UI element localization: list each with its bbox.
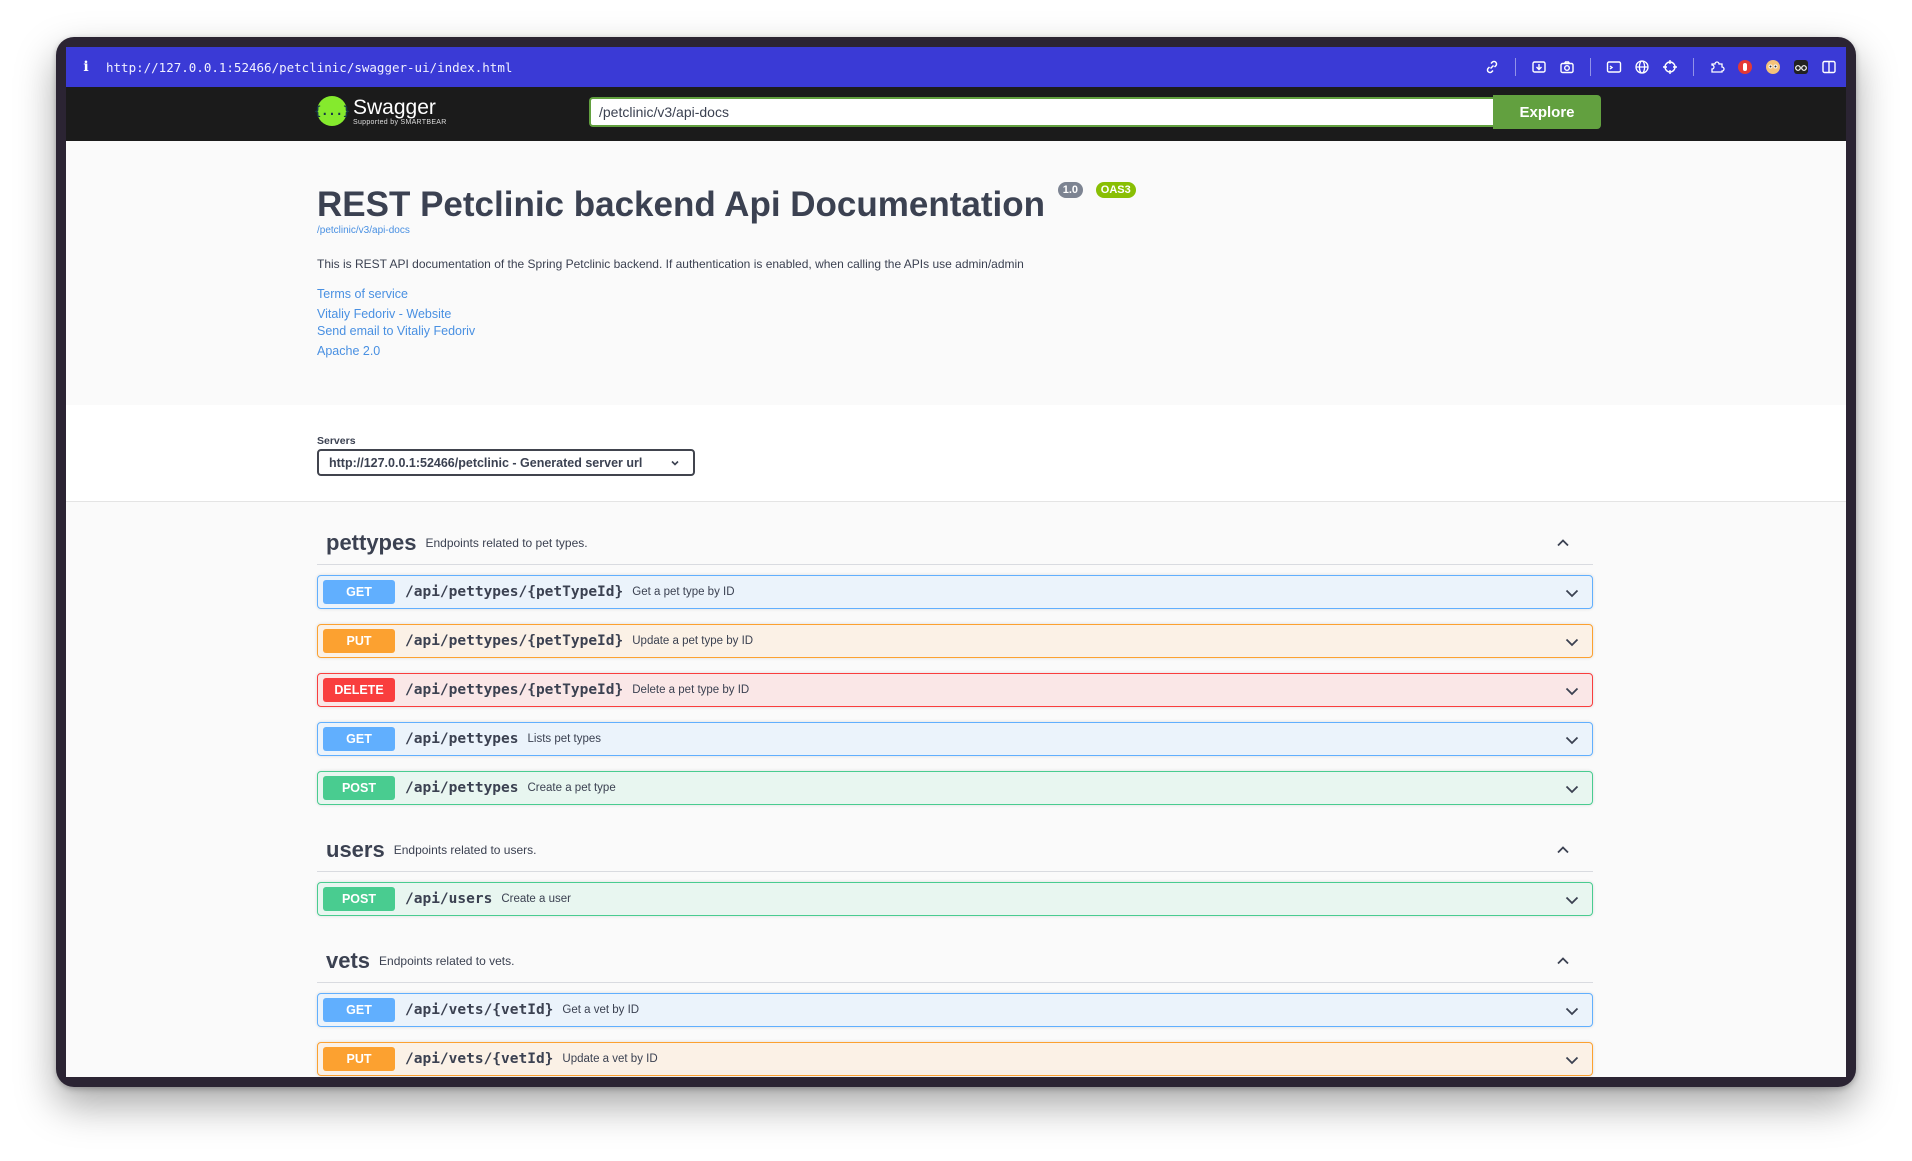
oas-badge: OAS3 <box>1095 182 1136 198</box>
api-info-section: REST Petclinic backend Api Documentation… <box>66 141 1846 405</box>
chevron-down-icon[interactable] <box>1564 732 1580 748</box>
chevron-down-icon[interactable] <box>1564 892 1580 908</box>
contact-email-link[interactable]: Send email to Vitaliy Fedoriv <box>317 324 475 338</box>
chevron-down-icon[interactable] <box>1564 683 1580 699</box>
toolbar-separator <box>1693 58 1694 76</box>
chevron-down-icon[interactable] <box>1564 1052 1580 1068</box>
op-summary: Delete a pet type by ID <box>632 684 750 696</box>
spec-url-form: Explore <box>589 95 1601 129</box>
license-link[interactable]: Apache 2.0 <box>317 344 380 358</box>
api-title-text: REST Petclinic backend Api Documentation <box>317 185 1045 224</box>
method-badge: POST <box>323 776 395 800</box>
terminal-icon[interactable] <box>1605 58 1623 76</box>
tag-name: pettypes <box>326 530 417 555</box>
method-badge: PUT <box>323 1047 395 1071</box>
hand-icon[interactable] <box>1736 58 1754 76</box>
browser-viewport: i http://127.0.0.1:52466/petclinic/swagg… <box>66 47 1846 1077</box>
op-summary: Get a pet type by ID <box>632 586 735 598</box>
chevron-down-icon[interactable] <box>1564 634 1580 650</box>
tag-header-users[interactable]: users Endpoints related to users. <box>317 829 1593 872</box>
spec-url-link[interactable]: /petclinic/v3/api-docs <box>317 225 410 236</box>
browser-toolbar <box>1483 47 1838 87</box>
link-icon[interactable] <box>1483 58 1501 76</box>
tag-description: Endpoints related to vets. <box>379 954 515 968</box>
servers-label: Servers <box>317 435 356 447</box>
api-title: REST Petclinic backend Api Documentation… <box>317 182 1136 225</box>
op-path: /api/pettypes <box>405 780 519 796</box>
sidebar-icon[interactable] <box>1820 58 1838 76</box>
operations-area: pettypes Endpoints related to pet types.… <box>66 502 1846 1077</box>
swagger-logo-text: Swagger Supported by SMARTBEAR <box>353 95 447 126</box>
method-badge: PUT <box>323 629 395 653</box>
tag-description: Endpoints related to users. <box>393 843 537 857</box>
method-badge: GET <box>323 998 395 1022</box>
logo-subtitle: Supported by SMARTBEAR <box>353 118 447 126</box>
method-badge: POST <box>323 887 395 911</box>
opblock-get-vet[interactable]: GET /api/vets/{vetId} Get a vet by ID <box>317 993 1593 1027</box>
op-path: /api/users <box>405 891 493 907</box>
op-summary: Lists pet types <box>527 733 602 745</box>
contact-website-link[interactable]: Vitaliy Fedoriv - Website <box>317 307 451 321</box>
op-summary: Get a vet by ID <box>562 1004 640 1016</box>
chevron-down-icon[interactable] <box>1564 1003 1580 1019</box>
glasses-icon[interactable] <box>1792 58 1810 76</box>
chevron-up-icon[interactable] <box>1555 842 1571 858</box>
logo-name: Swagger <box>353 95 436 119</box>
op-summary: Create a user <box>501 893 571 905</box>
version-badge: 1.0 <box>1057 182 1084 198</box>
owl-icon[interactable] <box>1764 58 1782 76</box>
browser-url-bar: i http://127.0.0.1:52466/petclinic/swagg… <box>66 47 1846 87</box>
servers-section: Servers http://127.0.0.1:52466/petclinic… <box>66 405 1846 502</box>
api-description: This is REST API documentation of the Sp… <box>317 257 1024 271</box>
op-summary: Create a pet type <box>527 782 616 794</box>
opblock-get-pettype[interactable]: GET /api/pettypes/{petTypeId} Get a pet … <box>317 575 1593 609</box>
swagger-logo-icon: {...} <box>314 96 350 126</box>
crosshair-icon[interactable] <box>1661 58 1679 76</box>
opblock-create-user[interactable]: POST /api/users Create a user <box>317 882 1593 916</box>
op-summary: Update a pet type by ID <box>632 635 754 647</box>
explore-button[interactable]: Explore <box>1493 95 1601 129</box>
op-path: /api/pettypes/{petTypeId} <box>405 682 624 698</box>
swagger-topbar: {...} Swagger Supported by SMARTBEAR Exp… <box>66 87 1846 141</box>
globe-icon[interactable] <box>1633 58 1651 76</box>
op-path: /api/vets/{vetId} <box>405 1002 554 1018</box>
method-badge: DELETE <box>323 678 395 702</box>
chevron-down-icon[interactable] <box>1564 585 1580 601</box>
opblock-create-pettype[interactable]: POST /api/pettypes Create a pet type <box>317 771 1593 805</box>
chevron-down-icon[interactable] <box>1564 781 1580 797</box>
site-info-icon[interactable]: i <box>66 59 106 75</box>
spec-url-input[interactable] <box>589 97 1493 127</box>
terms-of-service-link[interactable]: Terms of service <box>317 287 408 301</box>
address-text[interactable]: http://127.0.0.1:52466/petclinic/swagger… <box>106 60 512 75</box>
toolbar-separator <box>1590 58 1591 76</box>
opblock-list-pettypes[interactable]: GET /api/pettypes Lists pet types <box>317 722 1593 756</box>
tag-header-pettypes[interactable]: pettypes Endpoints related to pet types. <box>317 522 1593 565</box>
chevron-up-icon[interactable] <box>1555 535 1571 551</box>
op-path: /api/pettypes/{petTypeId} <box>405 584 624 600</box>
download-box-icon[interactable] <box>1530 58 1548 76</box>
chevron-down-icon <box>671 460 679 466</box>
servers-select[interactable]: http://127.0.0.1:52466/petclinic - Gener… <box>317 449 695 476</box>
toolbar-separator <box>1515 58 1516 76</box>
tag-header-vets[interactable]: vets Endpoints related to vets. <box>317 940 1593 983</box>
swagger-logo[interactable]: {...} Swagger Supported by SMARTBEAR <box>314 95 447 126</box>
method-badge: GET <box>323 727 395 751</box>
opblock-delete-pettype[interactable]: DELETE /api/pettypes/{petTypeId} Delete … <box>317 673 1593 707</box>
op-path: /api/pettypes <box>405 731 519 747</box>
method-badge: GET <box>323 580 395 604</box>
tag-name: users <box>326 837 385 862</box>
extension-icon[interactable] <box>1708 58 1726 76</box>
servers-selected-value: http://127.0.0.1:52466/petclinic - Gener… <box>329 455 643 470</box>
opblock-put-pettype[interactable]: PUT /api/pettypes/{petTypeId} Update a p… <box>317 624 1593 658</box>
camera-icon[interactable] <box>1558 58 1576 76</box>
tag-description: Endpoints related to pet types. <box>425 536 588 550</box>
chevron-up-icon[interactable] <box>1555 953 1571 969</box>
tag-name: vets <box>326 948 371 973</box>
browser-window: i http://127.0.0.1:52466/petclinic/swagg… <box>56 37 1856 1087</box>
op-summary: Update a vet by ID <box>562 1053 658 1065</box>
opblock-put-vet[interactable]: PUT /api/vets/{vetId} Update a vet by ID <box>317 1042 1593 1076</box>
op-path: /api/pettypes/{petTypeId} <box>405 633 624 649</box>
op-path: /api/vets/{vetId} <box>405 1051 554 1067</box>
